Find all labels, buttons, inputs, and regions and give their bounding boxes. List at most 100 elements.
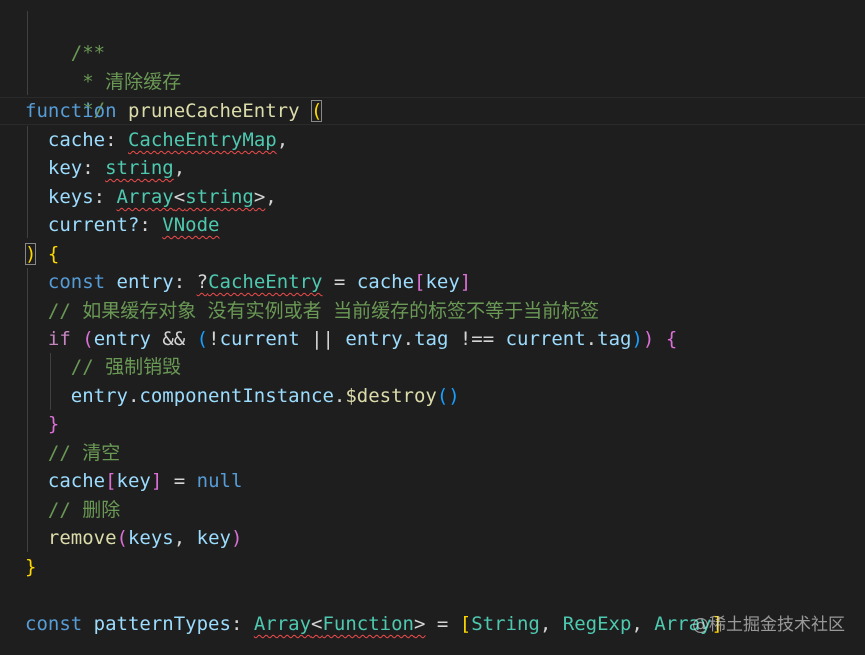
code-line-18: // 删除 [25, 496, 120, 524]
open-brace: { [665, 328, 678, 350]
argument: key [196, 527, 231, 549]
variable-name: entry [116, 271, 174, 293]
comma: , [173, 527, 197, 549]
code-line-4: function pruneCacheEntry ( [25, 97, 323, 125]
colon: : [93, 186, 117, 208]
array-element: RegExp [562, 613, 632, 635]
code-line-13: // 强制销毁 [25, 353, 181, 381]
greater-than: > [253, 186, 266, 208]
open-paren: ( [82, 328, 94, 350]
open-paren: ( [116, 527, 128, 549]
code-line-1: /** [25, 11, 105, 64]
dot: . [402, 328, 415, 350]
comma: , [173, 157, 186, 179]
property: tag [414, 328, 449, 350]
code-line-19: remove(keys, key) [25, 524, 243, 552]
call-parens: () [436, 385, 460, 407]
null-literal: null [196, 470, 243, 492]
comma: , [631, 613, 655, 635]
comma: , [265, 186, 277, 208]
code-line-17: cache[key] = null [25, 467, 243, 495]
assign: = [162, 470, 197, 492]
dot: . [585, 328, 598, 350]
operator: && [150, 328, 197, 350]
operator: || [299, 328, 346, 350]
code-line-20: } [25, 553, 36, 581]
type-annotation: CacheEntryMap [127, 129, 277, 151]
open-paren: ( [311, 100, 323, 122]
colon: : [105, 129, 128, 151]
identifier: entry [345, 328, 403, 350]
code-line-11: // 如果缓存对象 没有实例或者 当前缓存的标签不等于当前标签 [25, 297, 599, 325]
param-name: current? [47, 214, 140, 236]
assign: = [425, 613, 460, 635]
param-name: key [47, 157, 83, 179]
identifier: cache [47, 470, 106, 492]
type-annotation: CacheEntry [208, 271, 323, 293]
comment: // 强制销毁 [70, 356, 182, 378]
less-than: < [311, 613, 323, 635]
type-annotation: string [105, 157, 174, 179]
close-bracket: ] [459, 271, 472, 293]
close-bracket: ] [150, 470, 163, 492]
code-line-5: cache: CacheEntryMap, [25, 126, 288, 154]
code-line-14: entry.componentInstance.$destroy() [25, 382, 460, 410]
operator: !== [448, 328, 506, 350]
type-argument: string [185, 186, 254, 208]
code-line-7: keys: Array<string>, [25, 183, 277, 211]
colon: : [230, 613, 254, 635]
open-paren: ( [196, 328, 209, 350]
code-line-22: const patternTypes: Array<Function> = [S… [25, 610, 723, 638]
code-line-2: * 清除缓存 [25, 40, 181, 93]
index-ref: key [116, 470, 151, 492]
dot: . [127, 385, 140, 407]
close-paren: ) [642, 328, 655, 350]
optional-marker: ? [196, 271, 209, 293]
code-line-12: if (entry && (!current || entry.tag !== … [25, 325, 677, 353]
comment: // 如果缓存对象 没有实例或者 当前缓存的标签不等于当前标签 [47, 300, 600, 322]
argument: keys [127, 527, 174, 549]
code-line-16: // 清空 [25, 439, 120, 467]
type-annotation: VNode [162, 214, 220, 236]
code-line-6: key: string, [25, 154, 185, 182]
code-line-10: const entry: ?CacheEntry = cache[key] [25, 268, 471, 296]
comma: , [276, 129, 289, 151]
dot: . [333, 385, 346, 407]
assign: = [322, 271, 357, 293]
keyword: function [25, 100, 117, 122]
identifier: entry [70, 385, 128, 407]
property: componentInstance [139, 385, 334, 407]
greater-than: > [414, 613, 426, 635]
array-element: String [471, 613, 540, 635]
comma: , [539, 613, 563, 635]
code-line-3: */ [25, 68, 105, 121]
code-editor[interactable]: /** * 清除缓存 */ function pruneCacheEntry (… [0, 0, 865, 655]
colon: : [139, 214, 163, 236]
type-annotation: Array [116, 186, 174, 208]
object-ref: cache [356, 271, 415, 293]
colon: : [82, 157, 106, 179]
param-name: cache [47, 129, 106, 151]
colon: : [173, 271, 197, 293]
type-argument: Function [322, 613, 414, 635]
property: tag [597, 328, 632, 350]
keyword: if [47, 328, 71, 350]
keyword: const [47, 271, 106, 293]
open-bracket: [ [105, 470, 117, 492]
index-ref: key [425, 271, 460, 293]
param-name: keys [47, 186, 94, 208]
identifier: current [505, 328, 586, 350]
open-bracket: [ [459, 613, 472, 635]
identifier: entry [93, 328, 151, 350]
method-call: $destroy [345, 385, 437, 407]
close-paren: ) [230, 527, 243, 549]
watermark: @稀土掘金技术社区 [692, 615, 845, 635]
code-line-15: } [25, 410, 59, 438]
function-call: remove [47, 527, 117, 549]
identifier: current [219, 328, 300, 350]
keyword: const [25, 613, 83, 635]
open-bracket: [ [414, 271, 426, 293]
less-than: < [173, 186, 186, 208]
variable-name: patternTypes [93, 613, 231, 635]
close-brace: } [25, 556, 37, 578]
